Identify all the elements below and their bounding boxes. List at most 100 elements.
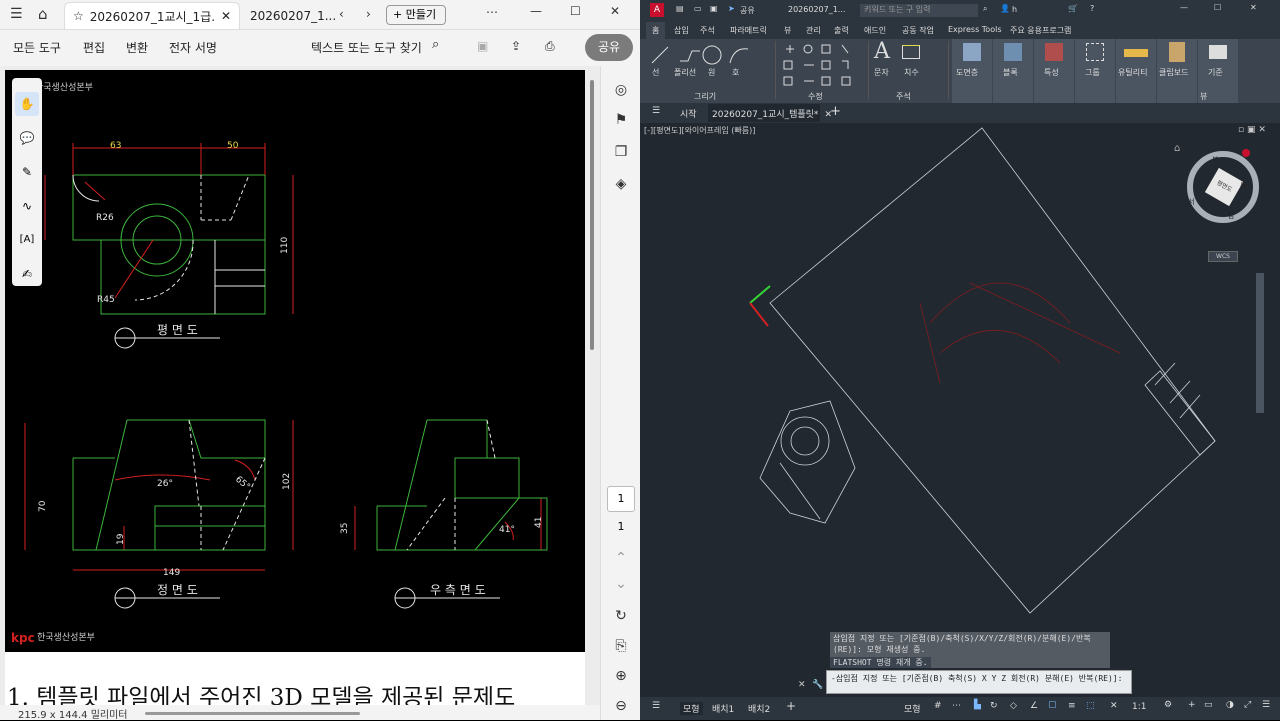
new-file-icon[interactable]: ▤: [676, 4, 684, 13]
help-icon[interactable]: ?: [1090, 4, 1094, 13]
print-icon[interactable]: ⎙: [545, 39, 555, 54]
rotate-arrow-icon[interactable]: [1242, 149, 1250, 157]
compass-west[interactable]: 서: [1188, 197, 1194, 207]
osnap-icon[interactable]: ▢: [1048, 700, 1057, 710]
sign-icon[interactable]: ✍: [15, 262, 39, 286]
save-icon[interactable]: ▣: [710, 4, 718, 13]
circle-tool[interactable]: 원: [708, 67, 715, 78]
compass-north[interactable]: 북: [1212, 155, 1218, 165]
arc-tool[interactable]: 호: [732, 67, 739, 78]
viewport-minmax-icon[interactable]: ▫ ▣ ✕: [1238, 125, 1266, 135]
create-button[interactable]: + 만들기: [386, 5, 446, 25]
text-box-icon[interactable]: [A]: [15, 228, 39, 252]
text-tool-icon[interactable]: A: [874, 39, 890, 64]
menu-icon[interactable]: ☰: [652, 701, 660, 711]
viewport-controls[interactable]: [-][평면도][와이어프레임 (빠름)]: [644, 125, 755, 136]
menu-esign[interactable]: 전자 서명: [169, 39, 217, 56]
minimize-icon[interactable]: —: [530, 4, 542, 18]
ai-assistant-icon[interactable]: ◎: [611, 80, 631, 100]
layers-icon[interactable]: ◈: [611, 174, 631, 194]
selection-cycle-icon[interactable]: ⬚: [1086, 701, 1095, 711]
tab-addins[interactable]: 애드인: [864, 25, 886, 36]
block-panel[interactable]: 블록: [993, 39, 1033, 103]
horizontal-scrollbar[interactable]: [145, 712, 360, 715]
compass-south[interactable]: 남: [1228, 211, 1234, 221]
draw-group-label[interactable]: 그리기: [694, 91, 716, 102]
compass-east[interactable]: 동: [1240, 181, 1246, 191]
text-tool[interactable]: 문자: [874, 67, 889, 78]
more-icon[interactable]: ⋯: [486, 5, 498, 19]
tab-drawing[interactable]: 20260207_1교시_템플릿* ✕: [708, 104, 832, 122]
menu-all-tools[interactable]: 모든 도구: [13, 39, 61, 56]
annotation-monitor-icon[interactable]: +: [1188, 700, 1196, 710]
tab-insert[interactable]: 삽입: [674, 25, 689, 36]
find-tools-button[interactable]: 텍스트 또는 도구 찾기: [311, 39, 422, 56]
cart-icon[interactable]: 🛒: [1068, 4, 1078, 13]
autocad-logo[interactable]: A: [650, 3, 664, 17]
menu-edit[interactable]: 편집: [83, 39, 105, 56]
star-icon[interactable]: ☆: [73, 9, 84, 23]
units-icon[interactable]: ▭: [1204, 700, 1213, 710]
open-file-icon[interactable]: ▭: [694, 4, 702, 13]
annotation-scale-icon[interactable]: ✕: [1110, 701, 1118, 711]
maximize-icon[interactable]: ☐: [570, 4, 581, 18]
tab-start[interactable]: 시작: [680, 107, 697, 120]
user-name[interactable]: h: [1012, 5, 1017, 14]
isolate-icon[interactable]: ◑: [1226, 700, 1234, 710]
zoom-in-icon[interactable]: ⊕: [611, 666, 631, 686]
page-fit-icon[interactable]: ⎘: [611, 636, 631, 656]
clipboard-panel[interactable]: 클립보드: [1157, 39, 1197, 103]
maximize-icon[interactable]: ☐: [1214, 3, 1221, 12]
tab-document-1[interactable]: ☆ 20260207_1교시_1급... ✕: [64, 2, 240, 29]
minimize-icon[interactable]: —: [1180, 3, 1188, 12]
utilities-panel[interactable]: 유틸리티: [1116, 39, 1156, 103]
search-icon[interactable]: ⌕: [432, 37, 439, 52]
tab-home[interactable]: 홈: [646, 22, 666, 39]
model-space-toggle[interactable]: 모형: [904, 702, 921, 715]
user-icon[interactable]: 👤: [1000, 4, 1010, 13]
polar-icon[interactable]: ↻: [990, 701, 998, 711]
groups-panel[interactable]: 그룹: [1075, 39, 1115, 103]
rotate-icon[interactable]: ↻: [611, 606, 631, 626]
polyline-tool[interactable]: 폴리선: [674, 67, 696, 78]
wcs-menu[interactable]: WCS: [1208, 251, 1238, 262]
tab-collaborate[interactable]: 공동 작업: [902, 25, 934, 36]
scrollbar[interactable]: [590, 80, 594, 350]
hand-tool-icon[interactable]: ✋: [15, 92, 39, 116]
ortho-icon[interactable]: ▙: [974, 700, 981, 710]
dimension-tool[interactable]: 치수: [904, 67, 919, 78]
tab-model[interactable]: 모형: [680, 702, 703, 715]
annotation-group-label[interactable]: 주석: [896, 91, 911, 102]
tab-parametric[interactable]: 파라메트릭: [730, 25, 767, 36]
share-button[interactable]: 공유: [585, 34, 633, 61]
upload-icon[interactable]: ⇪: [511, 39, 521, 53]
share-label[interactable]: 공유: [740, 5, 755, 16]
tab-layout2[interactable]: 배치2: [748, 702, 770, 715]
command-line-input[interactable]: -삽입점 지정 또는 [기준점(B) 축척(S) X Y Z 회전(R) 분해(…: [826, 670, 1132, 694]
close-icon[interactable]: ✕: [221, 9, 231, 23]
home-icon[interactable]: ⌂: [38, 5, 48, 23]
page-number-input[interactable]: 1: [607, 486, 635, 512]
window-close-icon[interactable]: ✕: [1250, 3, 1257, 12]
customize-status-icon[interactable]: ☰: [1262, 700, 1270, 710]
tab-view[interactable]: 뷰: [784, 25, 791, 36]
line-tool[interactable]: 선: [652, 67, 659, 78]
save-icon[interactable]: ▣: [477, 39, 488, 53]
grid-icon[interactable]: #: [934, 701, 942, 711]
chevron-down-icon[interactable]: ⌄: [611, 574, 631, 594]
draw-icon[interactable]: ∿: [15, 194, 39, 218]
annotation-scale[interactable]: 1:1: [1132, 702, 1146, 712]
zoom-out-icon[interactable]: ⊖: [611, 696, 631, 716]
comment-icon[interactable]: 💬: [15, 126, 39, 150]
drawing-canvas[interactable]: [-][평면도][와이어프레임 (빠름)] ▫ ▣ ✕ 평면도 북 동 남 서 …: [640, 123, 1280, 697]
home-view-icon[interactable]: ⌂: [1174, 143, 1180, 154]
workspace-gear-icon[interactable]: ⚙: [1164, 700, 1172, 710]
menu-icon[interactable]: ☰: [10, 6, 23, 22]
menu-convert[interactable]: 변환: [126, 39, 148, 56]
chevron-left-icon[interactable]: ‹: [339, 7, 344, 21]
isodraft-icon[interactable]: ◇: [1010, 701, 1017, 711]
chevron-up-icon[interactable]: ⌃: [611, 548, 631, 568]
tab-manage[interactable]: 관리: [806, 25, 821, 36]
add-tab-icon[interactable]: +: [830, 104, 841, 119]
properties-panel[interactable]: 특성: [1034, 39, 1074, 103]
